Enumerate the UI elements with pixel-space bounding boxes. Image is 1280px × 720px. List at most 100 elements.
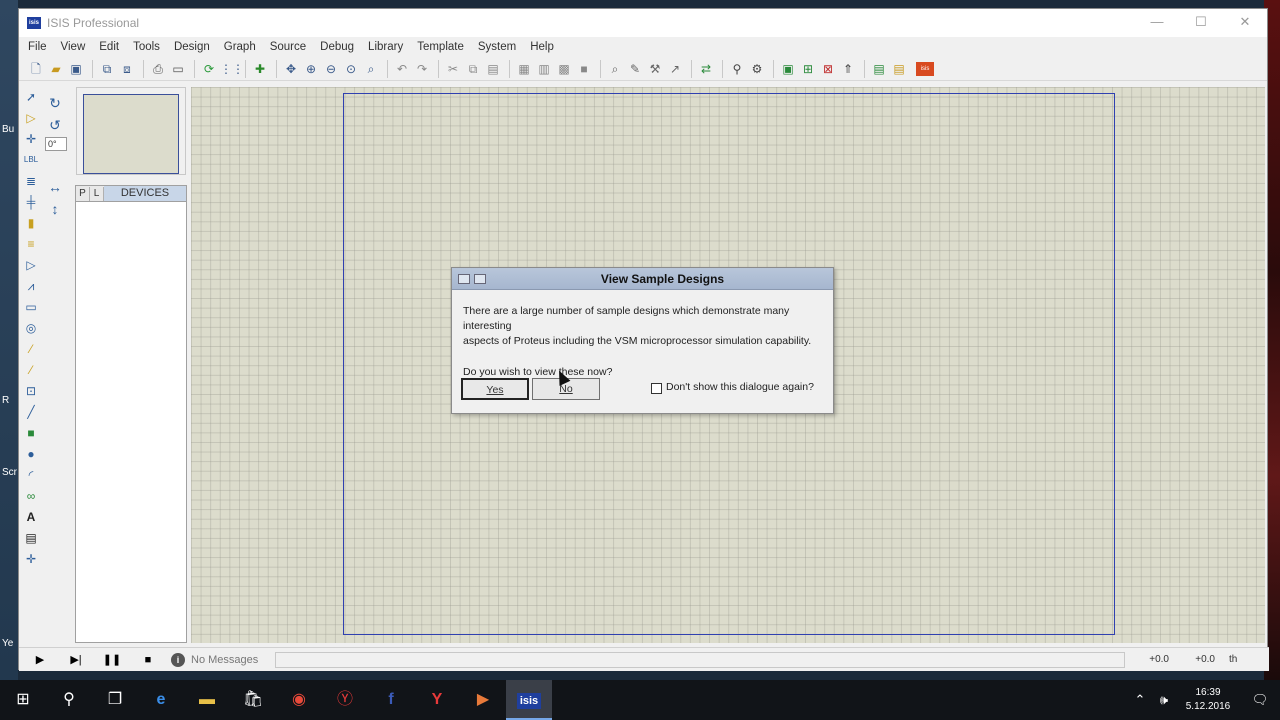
buses-icon[interactable]: ╪ (21, 192, 41, 212)
text-tool-icon[interactable]: A (21, 507, 41, 527)
box-tool-icon[interactable]: ■ (21, 423, 41, 443)
virtual-instruments-icon[interactable]: ⊡ (21, 381, 41, 401)
export-section-icon[interactable]: ⧈ (118, 60, 136, 78)
property-tool-icon[interactable]: ⚙ (748, 60, 766, 78)
path-tool-icon[interactable]: ∞ (21, 486, 41, 506)
pick-devices-button[interactable]: P (76, 186, 90, 201)
menu-file[interactable]: File (21, 41, 54, 53)
decompose-icon[interactable]: ↗ (666, 60, 684, 78)
clock[interactable]: 16:39 5.12.2016 (1176, 686, 1240, 714)
new-file-icon[interactable]: 🗋 (27, 60, 45, 78)
mirror-horizontal-icon[interactable]: ↔ (45, 177, 65, 197)
tape-recorder-icon[interactable]: ▭ (21, 297, 41, 317)
zoom-area-icon[interactable]: ⌕ (362, 60, 380, 78)
text-script-icon[interactable]: ≣ (21, 171, 41, 191)
task-view-icon[interactable]: ❐ (92, 680, 138, 720)
ares-netlist-icon[interactable]: isis (916, 61, 934, 76)
open-folder-icon[interactable]: ▰ (47, 60, 65, 78)
rotate-anticlockwise-icon[interactable]: ↺ (45, 115, 65, 135)
block-delete-icon[interactable]: ■ (575, 60, 593, 78)
dialog-system-icon[interactable] (458, 273, 470, 284)
wire-label-icon[interactable]: LBL (21, 150, 41, 170)
dialog-system-icon[interactable] (474, 273, 486, 284)
menu-view[interactable]: View (54, 41, 93, 53)
netlist-icon[interactable]: ▤ (890, 60, 908, 78)
zoom-out-icon[interactable]: ⊖ (322, 60, 340, 78)
search-tag-icon[interactable]: ⚲ (728, 60, 746, 78)
menu-design[interactable]: Design (167, 41, 217, 53)
save-icon[interactable]: ▣ (67, 60, 85, 78)
copy-icon[interactable]: ⧉ (464, 60, 482, 78)
chrome-icon[interactable]: ◉ (276, 680, 322, 720)
pick-device-icon[interactable]: ⌕ (606, 60, 624, 78)
paste-icon[interactable]: ▤ (484, 60, 502, 78)
menu-system[interactable]: System (471, 41, 523, 53)
circle-tool-icon[interactable]: ● (21, 444, 41, 464)
junction-dot-icon[interactable]: ✛ (21, 129, 41, 149)
component-mode-icon[interactable]: ▷ (21, 108, 41, 128)
yes-button[interactable]: Yes (461, 378, 529, 400)
start-button[interactable]: ⊞ (0, 680, 46, 720)
current-probe-icon[interactable]: ⁄ (21, 360, 41, 380)
menu-debug[interactable]: Debug (313, 41, 361, 53)
device-pins-icon[interactable]: ▷ (21, 255, 41, 275)
yandex-browser-icon[interactable]: Y (414, 680, 460, 720)
voltage-probe-icon[interactable]: ⁄ (21, 339, 41, 359)
line-tool-icon[interactable]: ╱ (21, 402, 41, 422)
mirror-vertical-icon[interactable]: ↕ (45, 199, 65, 219)
menu-help[interactable]: Help (523, 41, 561, 53)
redo-icon[interactable]: ↷ (413, 60, 431, 78)
block-copy-icon[interactable]: ▦ (515, 60, 533, 78)
arc-tool-icon[interactable]: ◜ (21, 465, 41, 485)
volume-icon[interactable]: 🕪 (1152, 692, 1176, 708)
block-move-icon[interactable]: ▥ (535, 60, 553, 78)
stop-button[interactable]: ■ (133, 651, 163, 669)
package-tool-icon[interactable]: ⚒ (646, 60, 664, 78)
yandex-icon[interactable]: Ⓨ (322, 680, 368, 720)
undo-icon[interactable]: ↶ (393, 60, 411, 78)
dont-show-again-label[interactable]: Don't show this dialogue again? (666, 381, 814, 393)
close-button[interactable]: ✕ (1223, 9, 1267, 37)
terminals-icon[interactable]: ≡ (21, 234, 41, 254)
minimize-button[interactable]: — (1135, 9, 1179, 37)
step-button[interactable]: ▶| (61, 651, 91, 669)
overview-window[interactable] (76, 87, 186, 175)
new-sheet-icon[interactable]: ▣ (779, 60, 797, 78)
block-rotate-icon[interactable]: ▩ (555, 60, 573, 78)
rotation-angle-field[interactable]: 0° (45, 137, 67, 151)
library-manager-button[interactable]: L (90, 186, 104, 201)
notification-icon[interactable]: 🗨 (1240, 692, 1280, 708)
graph-mode-icon[interactable]: ⩘ (21, 276, 41, 296)
cut-icon[interactable]: ✂ (444, 60, 462, 78)
exit-to-parent-icon[interactable]: ⇑ (839, 60, 857, 78)
wire-autorouter-icon[interactable]: ⇄ (697, 60, 715, 78)
selection-mode-icon[interactable]: ➚ (21, 87, 41, 107)
subcircuit-icon[interactable]: ▮ (21, 213, 41, 233)
pause-button[interactable]: ❚❚ (97, 651, 127, 669)
symbol-tool-icon[interactable]: ▤ (21, 528, 41, 548)
print-icon[interactable]: ⎙ (149, 60, 167, 78)
isis-app-icon[interactable]: isis (27, 17, 41, 29)
dialog-title-bar[interactable]: View Sample Designs (452, 268, 833, 290)
remove-sheet-icon[interactable]: ⊠ (819, 60, 837, 78)
media-player-icon[interactable]: ▶ (460, 680, 506, 720)
redraw-icon[interactable]: ⟳ (200, 60, 218, 78)
facebook-icon[interactable]: f (368, 680, 414, 720)
file-explorer-icon[interactable]: ▬ (184, 680, 230, 720)
grid-toggle-icon[interactable]: ⋮⋮ (220, 60, 244, 78)
dont-show-again-checkbox[interactable] (651, 383, 662, 394)
play-button[interactable]: ▶ (25, 651, 55, 669)
menu-library[interactable]: Library (361, 41, 410, 53)
origin-icon[interactable]: ✚ (251, 60, 269, 78)
print-area-icon[interactable]: ▭ (169, 60, 187, 78)
generator-icon[interactable]: ◎ (21, 318, 41, 338)
edge-browser-icon[interactable]: e (138, 680, 184, 720)
marker-tool-icon[interactable]: ✛ (21, 549, 41, 569)
menu-tools[interactable]: Tools (126, 41, 167, 53)
maximize-button[interactable]: ☐ (1179, 9, 1223, 37)
title-bar[interactable]: isis ISIS Professional — ☐ ✕ (19, 9, 1267, 37)
messages-status[interactable]: No Messages (191, 654, 271, 666)
isis-taskbar-button[interactable]: isis (506, 680, 552, 720)
bill-of-materials-icon[interactable]: ▤ (870, 60, 888, 78)
import-section-icon[interactable]: ⧉ (98, 60, 116, 78)
